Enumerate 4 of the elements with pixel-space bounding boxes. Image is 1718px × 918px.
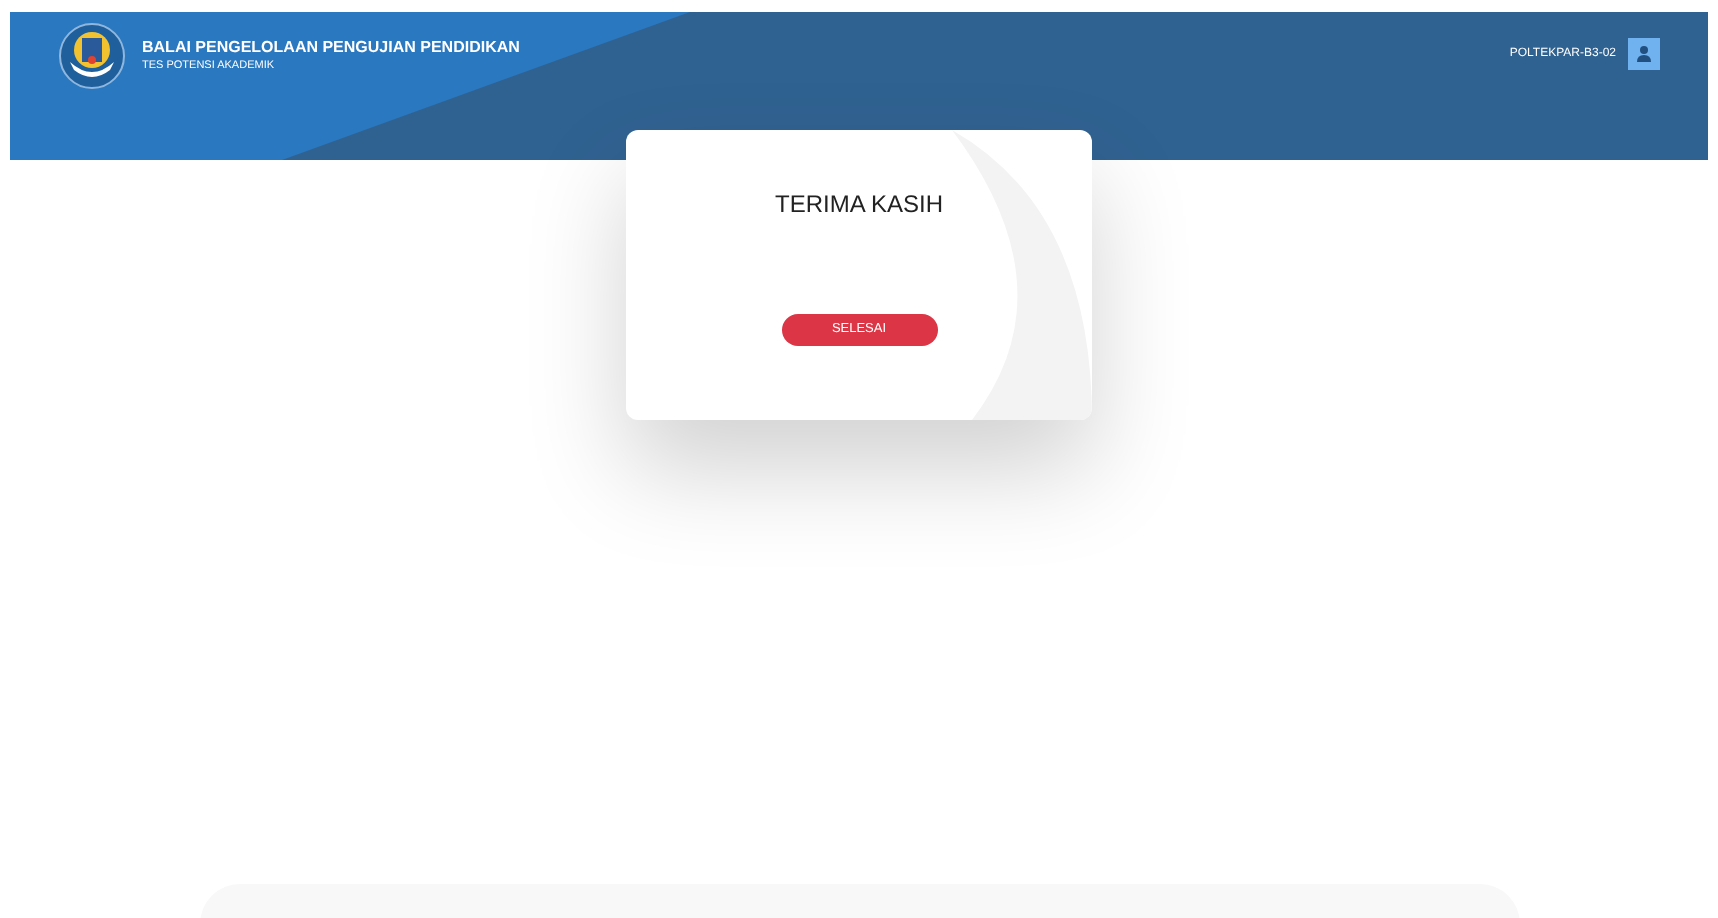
user-icon[interactable] — [1628, 38, 1660, 70]
dialog-title: TERIMA KASIH — [774, 188, 944, 222]
emblem-logo — [58, 22, 126, 90]
header-title: BALAI PENGELOLAAN PENGUJIAN PENDIDIKAN — [142, 39, 520, 56]
